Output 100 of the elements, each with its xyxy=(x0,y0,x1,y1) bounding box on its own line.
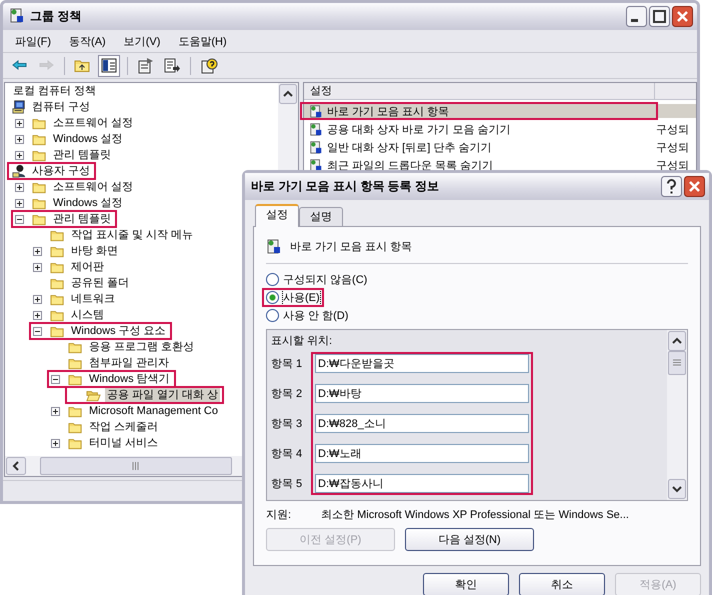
folder-icon xyxy=(31,116,48,130)
tree-item[interactable]: 로컬 컴퓨터 정책 xyxy=(11,84,98,98)
tree-item[interactable]: Windows 탐색기 xyxy=(87,372,172,386)
scroll-thumb[interactable] xyxy=(40,457,232,475)
folder-icon xyxy=(49,324,66,338)
user-icon xyxy=(11,164,27,178)
radio-button[interactable]: 사용(E) xyxy=(266,290,320,305)
tree-item[interactable]: 네트워크 xyxy=(69,292,117,306)
path-input[interactable]: D:₩잡동사니 xyxy=(315,474,529,492)
tab[interactable]: 설명 xyxy=(299,207,343,226)
folder-icon xyxy=(31,196,48,210)
tree-item[interactable]: 바탕 화면 xyxy=(69,244,120,258)
minimize-button[interactable] xyxy=(626,6,647,27)
path-input[interactable]: D:₩바탕 xyxy=(315,384,529,402)
tree-item[interactable]: 공유된 폴더 xyxy=(69,276,132,290)
open-folder-icon xyxy=(85,388,102,402)
expand-toggle[interactable] xyxy=(51,406,60,416)
dialog-button[interactable]: 취소 xyxy=(519,573,605,595)
collapse-toggle[interactable] xyxy=(15,214,24,224)
scroll-down-button[interactable] xyxy=(668,479,686,499)
expand-toggle[interactable] xyxy=(33,294,42,304)
radio-button[interactable]: 사용 안 함(D) xyxy=(266,308,348,323)
tree-item[interactable]: Microsoft Management Co xyxy=(87,404,220,418)
folder-icon xyxy=(67,420,84,434)
locations-label: 표시할 위치: xyxy=(271,334,334,348)
list-row[interactable]: 바로 가기 모음 표시 항목 xyxy=(304,104,696,118)
item-label: 항목 1 xyxy=(271,356,304,370)
tree-pane-icon xyxy=(100,56,118,74)
policy-icon xyxy=(308,104,324,118)
expand-toggle[interactable] xyxy=(33,262,42,272)
export-list-icon xyxy=(163,56,181,74)
expand-toggle[interactable] xyxy=(51,438,60,448)
maximize-button[interactable] xyxy=(649,6,670,27)
expand-toggle[interactable] xyxy=(15,150,24,160)
help-button[interactable] xyxy=(661,176,682,197)
dialog-button[interactable]: 확인 xyxy=(423,573,509,595)
tree-item[interactable]: 제어판 xyxy=(69,260,106,274)
radio-button[interactable]: 구성되지 않음(C) xyxy=(266,272,368,287)
path-input[interactable]: D:₩다운받을곳 xyxy=(315,354,529,372)
menu-item[interactable]: 동작(A) xyxy=(61,32,114,50)
support-label: 지원: xyxy=(266,508,292,522)
folder-icon xyxy=(49,276,66,290)
tree-item[interactable]: Windows 설정 xyxy=(51,132,125,146)
menu-item[interactable]: 보기(V) xyxy=(116,32,168,50)
tree-item[interactable]: 시스템 xyxy=(69,308,106,322)
tree-item[interactable]: Windows 구성 요소 xyxy=(69,324,168,338)
folder-icon xyxy=(31,212,48,226)
scroll-left-button[interactable] xyxy=(6,457,26,475)
expand-toggle[interactable] xyxy=(33,246,42,256)
policy-icon xyxy=(266,238,282,254)
folder-icon xyxy=(31,132,48,146)
tree-item[interactable]: 소프트웨어 설정 xyxy=(51,116,136,130)
close-button[interactable] xyxy=(684,176,705,197)
menu-item[interactable]: 도움말(H) xyxy=(170,32,235,50)
grip-icon xyxy=(132,462,140,470)
path-input[interactable]: D:₩노래 xyxy=(315,444,529,462)
tree-item[interactable]: 첨부파일 관리자 xyxy=(87,356,172,370)
scroll-thumb[interactable] xyxy=(668,351,686,375)
tree-item[interactable]: 소프트웨어 설정 xyxy=(51,180,136,194)
collapse-toggle[interactable] xyxy=(33,326,42,336)
computer-icon xyxy=(11,100,27,114)
tree-item[interactable]: 공용 파일 열기 대화 상 xyxy=(105,388,220,402)
tab[interactable]: 설정 xyxy=(255,204,299,227)
toolbar-button[interactable] xyxy=(98,54,120,76)
folder-icon xyxy=(31,148,48,162)
properties-icon xyxy=(137,56,155,74)
folder-icon xyxy=(49,292,66,306)
tree-item[interactable]: 관리 템플릿 xyxy=(51,148,114,162)
tree-item[interactable]: 터미널 서비스 xyxy=(87,436,160,450)
item-label: 항목 5 xyxy=(271,476,304,490)
expand-toggle[interactable] xyxy=(33,310,42,320)
expand-toggle[interactable] xyxy=(15,118,24,128)
tree-item[interactable]: 응용 프로그램 호환성 xyxy=(87,340,196,354)
dialog-button[interactable]: 다음 설정(N) xyxy=(405,528,534,551)
scroll-up-button[interactable] xyxy=(279,84,297,104)
policy-name: 바로 가기 모음 표시 항목 xyxy=(290,240,412,254)
folder-icon xyxy=(67,356,84,370)
tree-item[interactable]: 관리 템플릿 xyxy=(51,212,114,226)
grip-icon xyxy=(673,359,681,367)
tree-item[interactable]: 작업 스케줄러 xyxy=(87,420,160,434)
path-input[interactable]: D:₩828_소니 xyxy=(315,414,529,432)
folder-icon xyxy=(67,340,84,354)
tree-item[interactable]: 작업 표시줄 및 시작 메뉴 xyxy=(69,228,196,242)
collapse-toggle[interactable] xyxy=(51,374,60,384)
tree-item[interactable]: 컴퓨터 구성 xyxy=(30,100,92,114)
support-text: 최소한 Microsoft Windows XP Professional 또는 Windows Se... xyxy=(321,508,629,522)
scroll-up-button[interactable] xyxy=(668,331,686,351)
expand-toggle[interactable] xyxy=(15,134,24,144)
folder-icon xyxy=(67,436,84,450)
help-icon xyxy=(200,56,218,74)
tree-item[interactable]: Windows 설정 xyxy=(51,196,125,210)
menu-item[interactable]: 파일(F) xyxy=(7,32,60,50)
folder-icon xyxy=(49,228,66,242)
tree-item[interactable]: 사용자 구성 xyxy=(30,164,92,178)
expand-toggle[interactable] xyxy=(15,198,24,208)
expand-toggle[interactable] xyxy=(15,182,24,192)
close-button[interactable] xyxy=(672,6,693,27)
list-row[interactable]: 공용 대화 상자 바로 가기 모음 숨기기 구성되 xyxy=(304,122,696,136)
list-row[interactable]: 일반 대화 상자 [뒤로] 단추 숨기기 구성되 xyxy=(304,140,696,154)
folder-icon xyxy=(31,180,48,194)
